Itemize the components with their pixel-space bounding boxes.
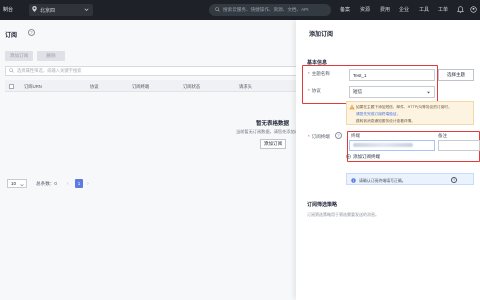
- search-placeholder: 搜索云服务、快捷操作、资源、文档、API: [223, 7, 309, 12]
- endpoint-label: * 订阅终端: [308, 134, 330, 139]
- current-page-button[interactable]: 1: [75, 179, 83, 188]
- page-size-value: 10: [11, 181, 17, 186]
- location-icon: [32, 6, 37, 14]
- user-icon[interactable]: [470, 6, 477, 15]
- column-status[interactable]: 订阅状态: [183, 84, 200, 90]
- page-size-select[interactable]: 10: [7, 179, 27, 188]
- remark-column-header: 备注: [438, 133, 447, 138]
- top-bar: 制台 北京四 搜索云服务、快捷操作、资源、文档、API 备案 资源 费用 企业 …: [0, 0, 480, 20]
- nav-beian[interactable]: 备案: [340, 6, 350, 13]
- warning-line-2[interactable]: 请您先完成订阅终端验证，: [356, 112, 400, 117]
- table-header: 订阅URN 协议 订阅终端 订阅状态 请求头: [5, 80, 300, 92]
- nav-enterprise[interactable]: 企业: [399, 6, 409, 13]
- protocol-select[interactable]: 短信: [349, 86, 435, 98]
- add-endpoint-link[interactable]: 添加订阅终端: [346, 154, 380, 160]
- nav-tickets[interactable]: 工单: [438, 6, 448, 13]
- select-topic-button[interactable]: 选择主题: [438, 69, 474, 81]
- column-urn[interactable]: 订阅URN: [24, 84, 42, 90]
- empty-state-description: 当前暂无订阅数据，请您先添加订阅: [236, 129, 304, 134]
- protocol-value: 短信: [353, 89, 363, 94]
- topic-name-input[interactable]: Test_1: [349, 69, 435, 81]
- notification-icon[interactable]: [457, 6, 464, 15]
- column-endpoint[interactable]: 订阅终端: [132, 84, 149, 90]
- chevron-down-icon: [20, 183, 24, 188]
- filter-placeholder: 选择属性筛选，或输入关键字搜索: [17, 68, 82, 73]
- total-count: 总条数：0: [36, 181, 57, 186]
- chevron-down-icon: [84, 7, 89, 14]
- column-protocol[interactable]: 协议: [90, 84, 99, 90]
- section-filter-policy: 订阅筛选策略: [307, 202, 338, 208]
- empty-state-title: 暂无表格数据: [256, 121, 290, 127]
- nav-billing[interactable]: 费用: [380, 6, 390, 13]
- protocol-label: * 协议: [308, 88, 321, 93]
- prev-page-icon[interactable]: ‹: [67, 181, 69, 187]
- remark-input[interactable]: [438, 140, 480, 151]
- console-brand[interactable]: 制台: [3, 6, 13, 13]
- warning-notice: 如果在主题下添加短信、邮件、HTTP(S)等协议的订阅时， 请您先完成订阅终端验…: [346, 101, 474, 125]
- info-icon: [351, 177, 356, 185]
- region-label: 北京四: [40, 7, 56, 14]
- main-content: [0, 20, 300, 300]
- dropdown-arrow-icon: [426, 90, 431, 96]
- info-help-icon[interactable]: ?: [451, 176, 457, 183]
- select-all-checkbox[interactable]: [9, 83, 14, 89]
- info-notice: 请确认订阅终端填写正确。 ?: [346, 173, 474, 185]
- search-icon: [215, 6, 220, 14]
- page-title: 订阅: [5, 33, 18, 39]
- panel-title: 添加订阅: [309, 32, 334, 38]
- warning-line-3: 跳转到消息通知服务设计查看详情。: [356, 118, 415, 123]
- endpoint-column-header: 终端: [351, 133, 360, 138]
- help-icon[interactable]: ?: [28, 29, 35, 36]
- global-search-input[interactable]: 搜索云服务、快捷操作、资源、文档、API: [209, 4, 331, 16]
- nav-resources[interactable]: 资源: [360, 6, 370, 13]
- empty-add-subscription-button[interactable]: 添加订阅: [260, 139, 286, 149]
- topic-name-label: * 主题名称: [308, 71, 330, 76]
- warning-icon: [349, 104, 355, 112]
- column-headers[interactable]: 请求头: [239, 84, 252, 90]
- warning-line-1: 如果在主题下添加短信、邮件、HTTP(S)等协议的订阅时，: [356, 104, 452, 109]
- filter-search-input[interactable]: 选择属性筛选，或输入关键字搜索: [5, 66, 300, 76]
- add-subscription-button[interactable]: 添加订阅: [5, 51, 33, 61]
- info-text: 请确认订阅终端填写正确。: [359, 177, 406, 183]
- filter-policy-hint: 订阅筛选策略用于筛选需要发送的消息。: [307, 212, 379, 217]
- search-icon: [9, 67, 14, 75]
- next-page-icon[interactable]: ›: [87, 181, 89, 187]
- region-selector[interactable]: 北京四: [29, 4, 93, 16]
- delete-button[interactable]: 删除: [37, 51, 65, 61]
- add-circle-icon: [346, 154, 351, 160]
- endpoint-help-icon[interactable]: ?: [335, 132, 342, 139]
- nav-tools[interactable]: 工具: [419, 6, 429, 13]
- redacted-endpoint-value: [353, 143, 413, 147]
